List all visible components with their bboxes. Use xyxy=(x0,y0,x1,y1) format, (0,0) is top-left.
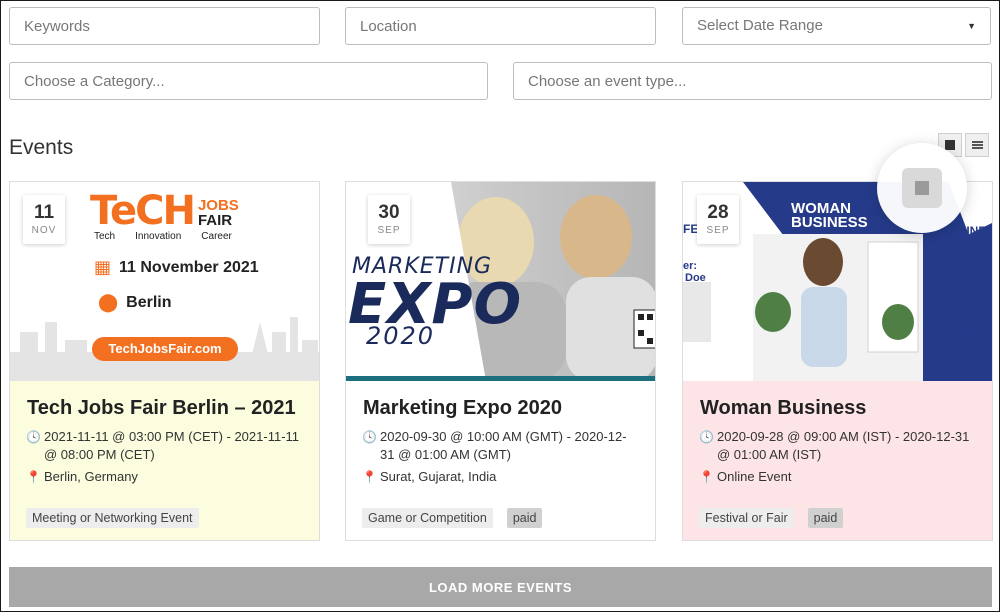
event-banner[interactable]: 30 SEP MARKETING EXPO 2020 xyxy=(346,182,655,381)
banner-speaker-label: er: xyxy=(683,260,698,272)
list-view-icon xyxy=(971,141,983,149)
logo-tech: TeCH xyxy=(90,188,196,234)
date-day: 11 xyxy=(33,202,55,223)
event-location: Berlin, Germany xyxy=(44,469,138,484)
price-tag[interactable]: paid xyxy=(807,508,844,528)
map-pin-icon: ⬤ xyxy=(98,292,119,312)
event-type-input[interactable] xyxy=(513,62,992,100)
date-badge: 30 SEP xyxy=(368,195,410,244)
event-category-tag[interactable]: Festival or Fair xyxy=(699,508,794,528)
date-day: 28 xyxy=(707,202,729,223)
event-title[interactable]: Woman Business xyxy=(700,397,976,420)
floating-action-button[interactable] xyxy=(877,143,967,233)
clock-icon: 🕓 xyxy=(26,430,41,444)
date-month: NOV xyxy=(31,225,57,236)
event-title[interactable]: Marketing Expo 2020 xyxy=(363,397,639,420)
map-pin-icon: 📍 xyxy=(362,470,377,484)
date-range-select[interactable]: Select Date Range ▼ xyxy=(682,7,991,45)
map-pin-icon: 📍 xyxy=(26,470,41,484)
location-input[interactable] xyxy=(345,7,656,45)
date-month: SEP xyxy=(377,225,401,236)
event-category-tag[interactable]: Game or Competition xyxy=(362,508,493,528)
grid-view-icon xyxy=(945,140,955,150)
event-datetime: 2020-09-28 @ 09:00 AM (IST) - 2020-12-31… xyxy=(717,429,970,462)
event-title[interactable]: Tech Jobs Fair Berlin – 2021 xyxy=(27,397,303,420)
banner-date-line: 11 November 2021 xyxy=(119,258,259,276)
event-category-tag[interactable]: Meeting or Networking Event xyxy=(26,508,199,528)
logo-sub-1: Tech xyxy=(94,231,116,242)
events-heading: Events xyxy=(9,136,74,159)
event-banner[interactable]: 11 NOV TeCH JOBS FAIR Tech Innovation Ca… xyxy=(10,182,319,381)
list-view-button[interactable] xyxy=(965,133,989,157)
event-card[interactable]: 28 SEP FE er: Doe WOMAN BUSINESS BUSINES… xyxy=(682,181,993,541)
logo-sub-3: Career xyxy=(201,231,232,242)
category-input[interactable] xyxy=(9,62,488,100)
event-card[interactable]: 30 SEP MARKETING EXPO 2020 Marketing Exp… xyxy=(345,181,656,541)
clock-icon: 🕓 xyxy=(362,430,377,444)
banner-speaker-name: Doe xyxy=(685,272,706,284)
date-badge: 11 NOV xyxy=(23,195,65,244)
calendar-icon: ▦ xyxy=(94,257,112,277)
banner-line-3: 2020 xyxy=(366,322,436,350)
event-card[interactable]: 11 NOV TeCH JOBS FAIR Tech Innovation Ca… xyxy=(9,181,320,541)
date-range-value: Select Date Range xyxy=(697,17,823,34)
tech-jobs-fair-logo: TeCH JOBS FAIR Tech Innovation Career xyxy=(90,188,239,242)
price-tag[interactable]: paid xyxy=(506,508,543,528)
keywords-input[interactable] xyxy=(9,7,320,45)
logo-sub-2: Innovation xyxy=(135,231,182,242)
event-location: Online Event xyxy=(717,469,792,484)
map-pin-icon: 📍 xyxy=(699,470,714,484)
load-more-button[interactable]: LOAD MORE EVENTS xyxy=(9,567,992,607)
caret-down-icon: ▼ xyxy=(967,21,976,31)
event-location: Surat, Gujarat, India xyxy=(380,469,497,484)
logo-fair: FAIR xyxy=(197,212,233,229)
date-month: SEP xyxy=(706,225,730,236)
banner-website-pill: TechJobsFair.com xyxy=(92,337,238,361)
event-datetime: 2021-11-11 @ 03:00 PM (CET) - 2021-11-11… xyxy=(44,429,300,462)
logo-jobs: JOBS xyxy=(197,197,239,214)
banner-city-line: Berlin xyxy=(126,293,172,311)
date-day: 30 xyxy=(378,202,400,223)
event-datetime: 2020-09-30 @ 10:00 AM (GMT) - 2020-12-31… xyxy=(380,429,627,462)
clock-icon: 🕓 xyxy=(699,430,714,444)
banner-side-text: BUSINESS xyxy=(941,224,992,238)
stop-icon xyxy=(915,181,929,195)
date-badge: 28 SEP xyxy=(697,195,739,244)
banner-title: WOMAN BUSINESS xyxy=(791,200,868,231)
